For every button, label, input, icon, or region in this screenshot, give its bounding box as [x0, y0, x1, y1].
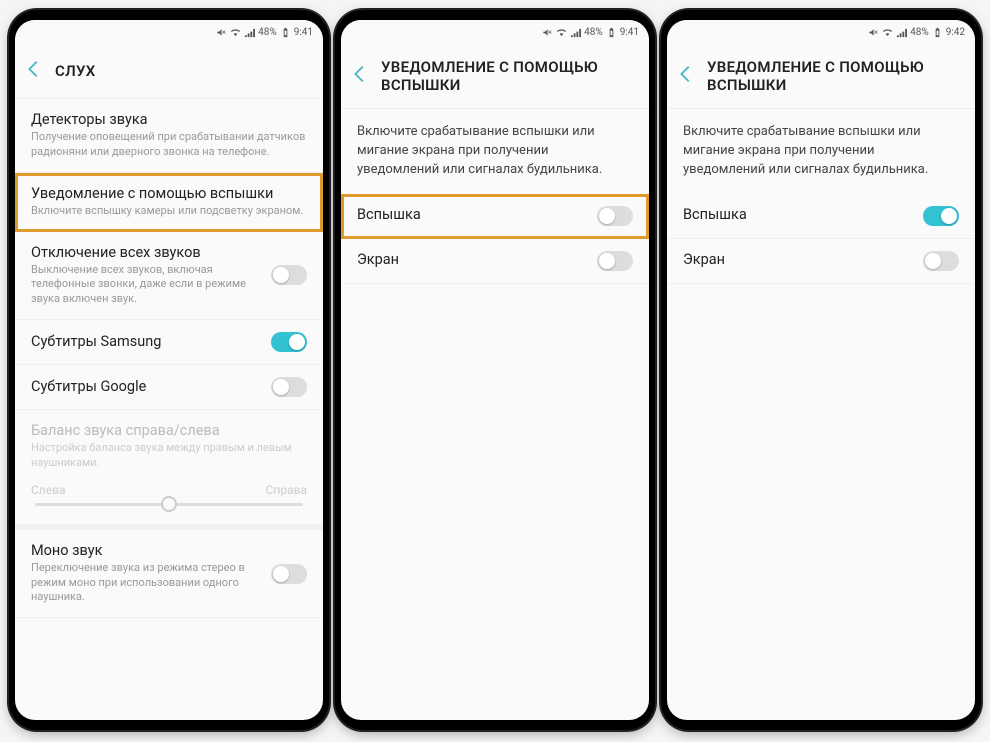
item-screen[interactable]: Экран	[341, 239, 649, 284]
page-title: УВЕДОМЛЕНИЕ С ПОМОЩЬЮ ВСПЫШКИ	[707, 58, 963, 94]
back-button[interactable]	[349, 63, 371, 89]
toggle-flash[interactable]	[923, 206, 959, 226]
description-text: Включите срабатывание вспышки или мигани…	[667, 109, 975, 194]
item-samsung-subtitles[interactable]: Субтитры Samsung	[15, 320, 323, 365]
toggle-samsung-subtitles[interactable]	[271, 332, 307, 352]
item-title: Баланс звука справа/слева	[31, 422, 307, 439]
signal-icon	[244, 27, 255, 38]
wifi-icon	[882, 27, 893, 38]
screen: 48% 9:42 УВЕДОМЛЕНИЕ С ПОМОЩЬЮ ВСПЫШКИ В…	[667, 20, 975, 720]
header: УВЕДОМЛЕНИЕ С ПОМОЩЬЮ ВСПЫШКИ	[341, 44, 649, 109]
mute-icon	[216, 27, 227, 38]
toggle-flash[interactable]	[597, 206, 633, 226]
header: СЛУХ	[15, 44, 323, 99]
item-google-subtitles[interactable]: Субтитры Google	[15, 365, 323, 410]
battery-text: 48%	[910, 27, 929, 38]
item-screen[interactable]: Экран	[667, 239, 975, 284]
mute-icon	[542, 27, 553, 38]
balance-slider-row: Слева Справа	[15, 483, 323, 524]
screen: 48% 9:41 СЛУХ Детекторы звука Получение …	[15, 20, 323, 720]
wifi-icon	[556, 27, 567, 38]
battery-icon	[280, 27, 291, 38]
item-title: Вспышка	[683, 206, 913, 223]
battery-text: 48%	[258, 27, 277, 38]
slider-thumb[interactable]	[161, 496, 177, 512]
content: Детекторы звука Получение оповещений при…	[15, 99, 323, 720]
content: Включите срабатывание вспышки или мигани…	[667, 109, 975, 720]
item-flash[interactable]: Вспышка	[341, 194, 649, 239]
content: Включите срабатывание вспышки или мигани…	[341, 109, 649, 720]
toggle-google-subtitles[interactable]	[271, 377, 307, 397]
mute-icon	[868, 27, 879, 38]
battery-text: 48%	[584, 27, 603, 38]
item-sub: Настройка баланса звука между правым и л…	[31, 441, 307, 471]
screen: 48% 9:41 УВЕДОМЛЕНИЕ С ПОМОЩЬЮ ВСПЫШКИ В…	[341, 20, 649, 720]
item-title: Отключение всех звуков	[31, 244, 261, 261]
header: УВЕДОМЛЕНИЕ С ПОМОЩЬЮ ВСПЫШКИ	[667, 44, 975, 109]
item-sound-detectors[interactable]: Детекторы звука Получение оповещений при…	[15, 99, 323, 173]
item-sound-balance: Баланс звука справа/слева Настройка бала…	[15, 410, 323, 483]
page-title: УВЕДОМЛЕНИЕ С ПОМОЩЬЮ ВСПЫШКИ	[381, 58, 637, 94]
battery-icon	[606, 27, 617, 38]
signal-icon	[570, 27, 581, 38]
item-sub: Включите вспышку камеры или подсветку эк…	[31, 204, 307, 219]
item-sub: Переключение звука из режима стерео в ре…	[31, 561, 261, 606]
toggle-screen[interactable]	[597, 251, 633, 271]
item-mute-all[interactable]: Отключение всех звуков Выключение всех з…	[15, 232, 323, 321]
phone-3: 48% 9:42 УВЕДОМЛЕНИЕ С ПОМОЩЬЮ ВСПЫШКИ В…	[661, 10, 981, 730]
wifi-icon	[230, 27, 241, 38]
back-button[interactable]	[23, 58, 45, 84]
item-sub: Выключение всех звуков, включая телефонн…	[31, 263, 261, 308]
toggle-mute-all[interactable]	[271, 265, 307, 285]
item-title: Детекторы звука	[31, 111, 307, 128]
status-bar: 48% 9:42	[667, 20, 975, 44]
clock-text: 9:41	[620, 27, 639, 38]
status-bar: 48% 9:41	[341, 20, 649, 44]
back-button[interactable]	[675, 63, 697, 89]
battery-icon	[932, 27, 943, 38]
slider-label-left: Слева	[31, 483, 66, 497]
item-title: Экран	[683, 251, 913, 268]
clock-text: 9:42	[946, 27, 965, 38]
phone-1: 48% 9:41 СЛУХ Детекторы звука Получение …	[9, 10, 329, 730]
item-title: Моно звук	[31, 542, 261, 559]
balance-slider[interactable]	[35, 503, 303, 506]
status-bar: 48% 9:41	[15, 20, 323, 44]
item-title: Субтитры Google	[31, 378, 261, 395]
item-title: Экран	[357, 251, 587, 268]
item-title: Субтитры Samsung	[31, 333, 261, 350]
item-title: Вспышка	[357, 206, 587, 223]
description-text: Включите срабатывание вспышки или мигани…	[341, 109, 649, 194]
phone-2: 48% 9:41 УВЕДОМЛЕНИЕ С ПОМОЩЬЮ ВСПЫШКИ В…	[335, 10, 655, 730]
item-title: Уведомление с помощью вспышки	[31, 185, 307, 202]
item-mono-audio[interactable]: Моно звук Переключение звука из режима с…	[15, 530, 323, 619]
item-flash[interactable]: Вспышка	[667, 194, 975, 239]
clock-text: 9:41	[294, 27, 313, 38]
toggle-mono-audio[interactable]	[271, 564, 307, 584]
signal-icon	[896, 27, 907, 38]
slider-label-right: Справа	[266, 483, 307, 497]
toggle-screen[interactable]	[923, 251, 959, 271]
item-flash-notification[interactable]: Уведомление с помощью вспышки Включите в…	[15, 173, 323, 232]
page-title: СЛУХ	[55, 62, 96, 80]
item-sub: Получение оповещений при срабатывании да…	[31, 130, 307, 160]
